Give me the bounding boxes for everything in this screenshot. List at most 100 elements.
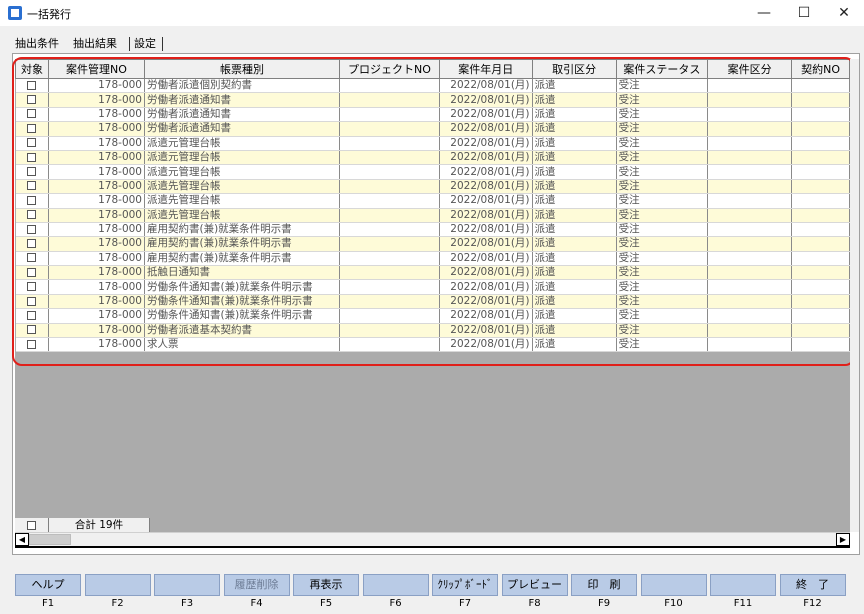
row-checkbox[interactable] <box>27 282 37 292</box>
case-date-cell: 2022/08/01(月) <box>439 208 533 223</box>
row-checkbox[interactable] <box>27 167 37 177</box>
row-checkbox[interactable] <box>27 339 37 349</box>
fkey-button-f9[interactable]: 印 刷 <box>571 574 637 596</box>
scroll-thumb[interactable] <box>29 534 71 545</box>
scroll-right-icon[interactable]: ▶ <box>836 533 850 546</box>
tab-settings[interactable]: 設定 <box>131 35 159 53</box>
table-row[interactable]: 178-000 派遣元管理台帳 2022/08/01(月) 派遣 受注 <box>15 136 850 151</box>
table-row[interactable]: 178-000 労働条件通知書(兼)就業条件明示書 2022/08/01(月) 派遣受… <box>15 308 850 324</box>
table-row[interactable]: 178-000 労働条件通知書(兼)就業条件明示書 2022/08/01(月) 派遣受… <box>15 294 850 310</box>
select-all-checkbox[interactable] <box>27 520 36 530</box>
col-header-form-type[interactable]: 帳票種別 <box>143 59 340 79</box>
fkey-button-f7[interactable]: ｸﾘｯﾌﾟﾎﾞｰﾄﾞ <box>432 574 498 596</box>
scroll-left-icon[interactable]: ◀ <box>15 533 29 546</box>
fkey-button-f4[interactable]: 履歴削除 <box>223 574 290 596</box>
col-header-case-status[interactable]: 案件ステータス <box>615 59 709 79</box>
horizontal-scrollbar[interactable]: ◀ ▶ <box>15 532 850 546</box>
row-checkbox[interactable] <box>27 181 37 191</box>
row-checkbox[interactable] <box>27 123 37 133</box>
table-row[interactable]: 178-000 雇用契約書(兼)就業条件明示書 2022/08/01(月) 派遣 受注 <box>15 236 850 252</box>
project-no-cell <box>339 337 440 353</box>
fkey-button-f11[interactable] <box>710 574 776 596</box>
fkey-button-f10[interactable] <box>640 574 707 596</box>
case-category-cell <box>707 78 793 94</box>
table-row[interactable]: 178-000 労働者派遣基本契約書 2022/08/01(月) 派遣 受注 <box>15 323 850 339</box>
table-row[interactable]: 178-000 抵触日通知書 2022/08/01(月) 派遣 受注 <box>15 265 850 281</box>
col-header-project-no[interactable]: プロジェクトNO <box>338 59 440 79</box>
project-no-cell <box>339 308 440 324</box>
project-no-cell <box>339 121 440 137</box>
table-row[interactable]: 178-000 労働者派遣通知書 2022/08/01(月) 派遣 受注 <box>15 107 850 123</box>
row-checkbox[interactable] <box>27 325 37 335</box>
fkey-button-f1[interactable]: ヘルプ <box>15 574 81 596</box>
col-header-case-category[interactable]: 案件区分 <box>707 59 793 79</box>
table-row[interactable]: 178-000 派遣元管理台帳 2022/08/01(月) 派遣 受注 <box>15 150 850 166</box>
fkey-label-f9: F9 <box>597 598 611 609</box>
fkey-button-f6[interactable] <box>362 574 429 596</box>
table-row[interactable]: 178-000 派遣先管理台帳 2022/08/01(月) 派遣 受注 <box>15 193 850 209</box>
fkey-button-f5[interactable]: 再表示 <box>293 574 359 596</box>
case-no-cell: 178-000 <box>48 323 145 339</box>
fkey-button-f2[interactable] <box>84 574 151 596</box>
col-header-case-date[interactable]: 案件年月日 <box>438 59 533 79</box>
contract-no-cell <box>791 236 850 252</box>
trade-type-cell: 派遣 <box>532 208 617 223</box>
row-checkbox[interactable] <box>27 152 37 162</box>
case-status-cell: 受注 <box>616 121 709 137</box>
maximize-button[interactable]: ☐ <box>784 0 824 26</box>
row-checkbox[interactable] <box>27 95 37 105</box>
form-type-cell: 求人票 <box>144 337 340 353</box>
table-row[interactable]: 178-000 労働者派遣個別契約書 2022/08/01(月) 派遣 受注 <box>15 78 850 94</box>
row-checkbox[interactable] <box>27 224 37 234</box>
table-row[interactable]: 178-000 求人票 2022/08/01(月) 派遣 受注 <box>15 337 850 353</box>
row-checkbox-cell <box>15 164 49 180</box>
tab-extract-conditions[interactable]: 抽出条件 <box>12 35 62 53</box>
trade-type-cell: 派遣 <box>532 193 617 209</box>
table-row[interactable]: 178-000 労働者派遣通知書 2022/08/01(月) 派遣 受注 <box>15 121 850 137</box>
row-checkbox[interactable] <box>27 210 37 220</box>
table-row[interactable]: 178-000 派遣先管理台帳 2022/08/01(月) 派遣 受注 <box>15 179 850 195</box>
row-checkbox[interactable] <box>27 238 37 248</box>
table-row[interactable]: 178-000 派遣先管理台帳 2022/08/01(月) 派遣 受注 <box>15 208 850 223</box>
case-category-cell <box>707 308 793 324</box>
table-row[interactable]: 178-000 雇用契約書(兼)就業条件明示書 2022/08/01(月) 派遣 受注 <box>15 222 850 238</box>
col-header-case-no[interactable]: 案件管理NO <box>48 59 145 79</box>
case-category-cell <box>707 136 793 151</box>
row-checkbox[interactable] <box>27 109 37 119</box>
fkey-label-f5: F5 <box>319 598 333 609</box>
row-checkbox[interactable] <box>27 80 37 90</box>
contract-no-cell <box>791 193 850 209</box>
col-header-trade-type[interactable]: 取引区分 <box>531 59 617 79</box>
row-checkbox[interactable] <box>27 253 37 263</box>
case-date-cell: 2022/08/01(月) <box>439 193 533 209</box>
col-header-target[interactable]: 対象 <box>15 59 49 79</box>
table-row[interactable]: 178-000 派遣元管理台帳 2022/08/01(月) 派遣 受注 <box>15 164 850 180</box>
row-checkbox[interactable] <box>27 296 37 306</box>
form-type-cell: 派遣元管理台帳 <box>144 150 340 166</box>
case-date-cell: 2022/08/01(月) <box>439 308 533 324</box>
trade-type-cell: 派遣 <box>532 92 617 108</box>
row-checkbox[interactable] <box>27 195 37 205</box>
table-row[interactable]: 178-000 労働者派遣通知書 2022/08/01(月) 派遣 受注 <box>15 92 850 108</box>
case-date-cell: 2022/08/01(月) <box>439 150 533 166</box>
col-header-contract-no[interactable]: 契約NO <box>791 59 850 79</box>
row-checkbox[interactable] <box>27 267 37 277</box>
case-date-cell: 2022/08/01(月) <box>439 337 533 353</box>
table-row[interactable]: 178-000 労働条件通知書(兼)就業条件明示書 2022/08/01(月) 派遣受… <box>15 279 850 295</box>
form-type-cell: 労働者派遣通知書 <box>144 107 340 123</box>
fkey-button-f3[interactable] <box>154 574 220 596</box>
fkey-button-f12[interactable]: 終 了 <box>779 574 846 596</box>
contract-no-cell <box>791 294 850 310</box>
close-button[interactable]: ✕ <box>824 0 864 26</box>
case-category-cell <box>707 294 793 310</box>
minimize-button[interactable]: — <box>744 0 784 26</box>
fkey-button-f8[interactable]: プレビュー <box>501 574 568 596</box>
contract-no-cell <box>791 164 850 180</box>
vertical-scrollbar[interactable] <box>850 59 859 532</box>
row-checkbox[interactable] <box>27 138 37 148</box>
trade-type-cell: 派遣 <box>532 294 617 310</box>
row-checkbox[interactable] <box>27 310 37 320</box>
tab-extract-results[interactable]: 抽出結果 <box>70 35 120 53</box>
table-row[interactable]: 178-000 雇用契約書(兼)就業条件明示書 2022/08/01(月) 派遣 受注 <box>15 251 850 267</box>
project-no-cell <box>339 236 440 252</box>
